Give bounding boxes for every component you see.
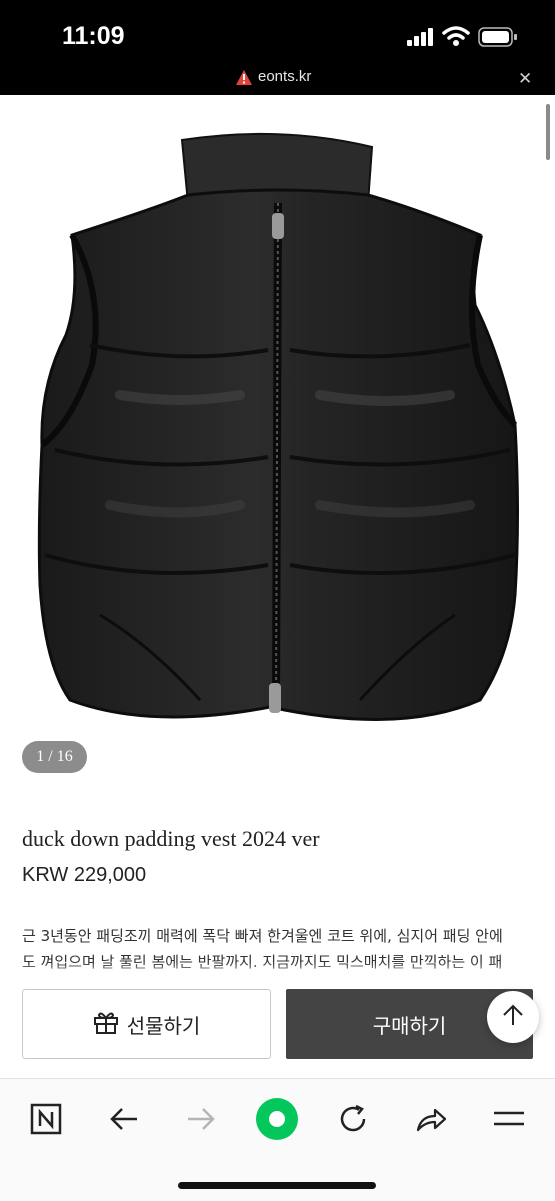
product-price: KRW 229,000 <box>22 864 147 886</box>
gift-icon <box>93 1009 119 1039</box>
warning-icon <box>236 70 252 89</box>
buy-button-label: 구매하기 <box>372 1013 447 1038</box>
address-bar[interactable]: eonts.kr ✕ <box>0 64 555 92</box>
forward-arrow-icon[interactable] <box>179 1097 223 1141</box>
menu-icon[interactable] <box>487 1097 531 1141</box>
product-title: duck down padding vest 2024 ver <box>22 826 320 851</box>
description-line: 근 3년동안 패딩조끼 매력에 폭닥 빠져 한겨울엔 코트 위에, 심지어 패딩… <box>22 927 503 945</box>
naver-n-icon[interactable] <box>24 1097 68 1141</box>
green-home-icon[interactable] <box>255 1097 299 1141</box>
battery-icon <box>478 27 518 51</box>
browser-toolbar <box>0 1078 555 1201</box>
scrollbar[interactable] <box>546 104 550 160</box>
back-arrow-icon[interactable] <box>102 1097 146 1141</box>
gift-button-label: 선물하기 <box>126 1013 201 1038</box>
share-icon[interactable] <box>409 1097 453 1141</box>
home-indicator <box>178 1182 376 1189</box>
arrow-up-icon <box>502 1003 524 1031</box>
status-time: 11:09 <box>62 22 125 50</box>
wifi-icon <box>442 25 470 51</box>
status-bar: 11:09 eonts.kr ✕ <box>0 0 555 95</box>
refresh-icon[interactable] <box>331 1097 375 1141</box>
url-text: eonts.kr <box>258 68 312 85</box>
gift-button[interactable]: 선물하기 <box>22 989 271 1059</box>
purchase-action-bar: 선물하기 구매하기 <box>0 975 555 1075</box>
product-image[interactable] <box>0 95 555 795</box>
image-counter: 1 / 16 <box>22 741 87 773</box>
signal-icon <box>407 28 435 50</box>
scroll-to-top-button[interactable] <box>487 991 539 1043</box>
close-icon[interactable]: ✕ <box>518 69 532 89</box>
